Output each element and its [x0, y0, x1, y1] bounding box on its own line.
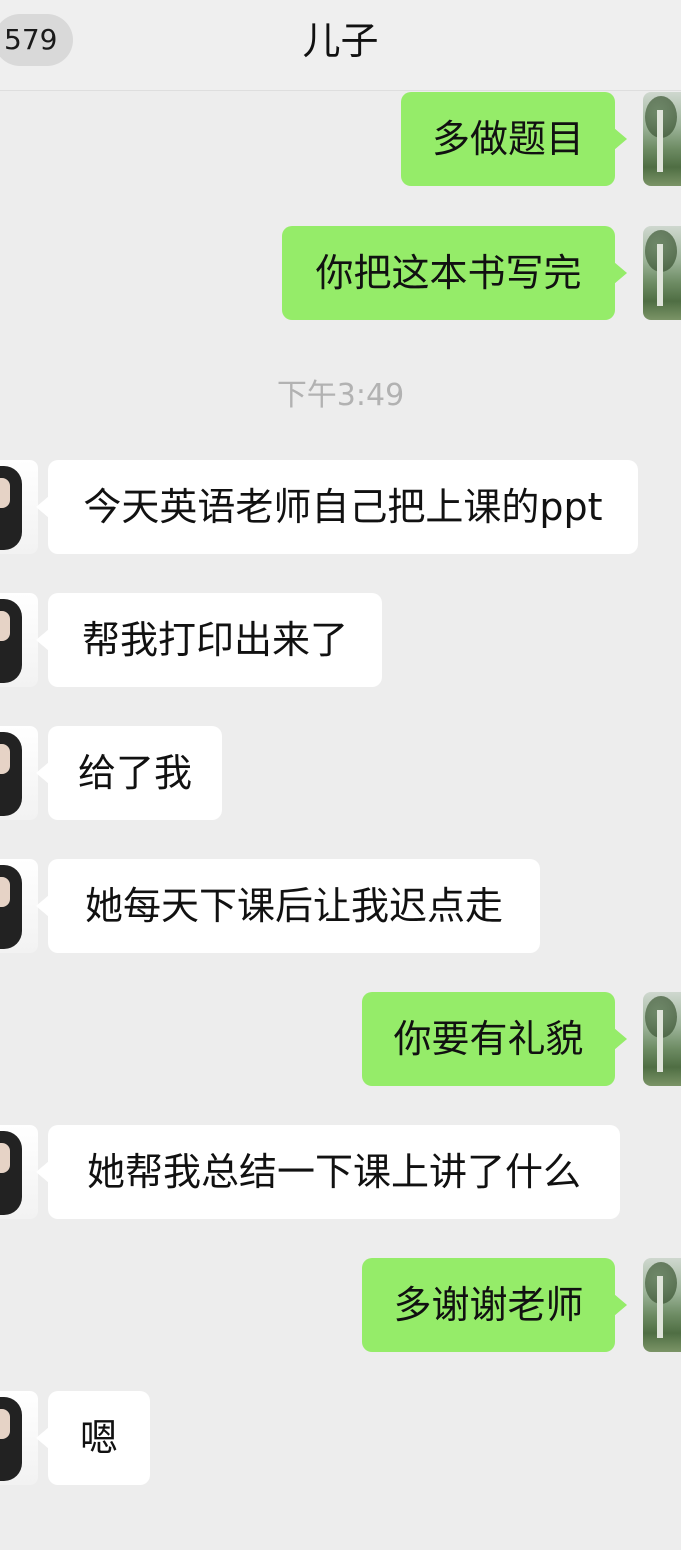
chat-header: 579 儿子: [0, 0, 681, 91]
message-text: 她每天下课后让我迟点走: [84, 884, 503, 928]
avatar[interactable]: [643, 226, 681, 320]
avatar-pole-graphic: [657, 1010, 663, 1072]
avatar[interactable]: [0, 460, 38, 554]
message-bubble-incoming[interactable]: 她每天下课后让我迟点走: [36, 859, 540, 953]
message-bubble-outgoing[interactable]: 你把这本书写完: [282, 226, 627, 320]
avatar-face-graphic: [0, 1143, 10, 1173]
avatar-pole-graphic: [657, 244, 663, 306]
message-bubble-outgoing[interactable]: 多做题目: [401, 92, 627, 186]
message-bubble-incoming[interactable]: 嗯: [36, 1391, 150, 1485]
avatar-face-graphic: [0, 478, 10, 508]
message-text: 你把这本书写完: [315, 251, 582, 295]
message-text: 多谢谢老师: [393, 1283, 584, 1327]
message-text: 嗯: [79, 1416, 118, 1460]
avatar[interactable]: [0, 593, 38, 687]
avatar[interactable]: [643, 1258, 681, 1352]
avatar[interactable]: [0, 859, 38, 953]
message-text: 她帮我总结一下课上讲了什么: [86, 1150, 581, 1194]
avatar[interactable]: [643, 992, 681, 1086]
message-bubble-outgoing[interactable]: 多谢谢老师: [362, 1258, 627, 1352]
avatar-face-graphic: [0, 611, 10, 641]
avatar[interactable]: [0, 1391, 38, 1485]
avatar[interactable]: [643, 92, 681, 186]
avatar-face-graphic: [0, 744, 10, 774]
avatar-face-graphic: [0, 877, 10, 907]
message-text: 多做题目: [431, 117, 584, 161]
message-text: 给了我: [77, 751, 192, 795]
message-text: 帮我打印出来了: [81, 618, 348, 662]
message-bubble-incoming[interactable]: 给了我: [36, 726, 222, 820]
message-bubble-incoming[interactable]: 帮我打印出来了: [36, 593, 382, 687]
message-text: 你要有礼貌: [393, 1017, 584, 1061]
avatar-pole-graphic: [657, 1276, 663, 1338]
avatar-pole-graphic: [657, 110, 663, 172]
chat-title: 儿子: [302, 19, 379, 63]
message-timestamp: 下午3:49: [276, 378, 405, 413]
avatar[interactable]: [0, 1125, 38, 1219]
message-text: 今天英语老师自己把上课的ppt: [83, 485, 603, 529]
avatar[interactable]: [0, 726, 38, 820]
message-bubble-incoming[interactable]: 今天英语老师自己把上课的ppt: [36, 460, 638, 554]
message-bubble-incoming[interactable]: 她帮我总结一下课上讲了什么: [36, 1125, 620, 1219]
message-bubble-outgoing[interactable]: 你要有礼貌: [362, 992, 627, 1086]
avatar-face-graphic: [0, 1409, 10, 1439]
